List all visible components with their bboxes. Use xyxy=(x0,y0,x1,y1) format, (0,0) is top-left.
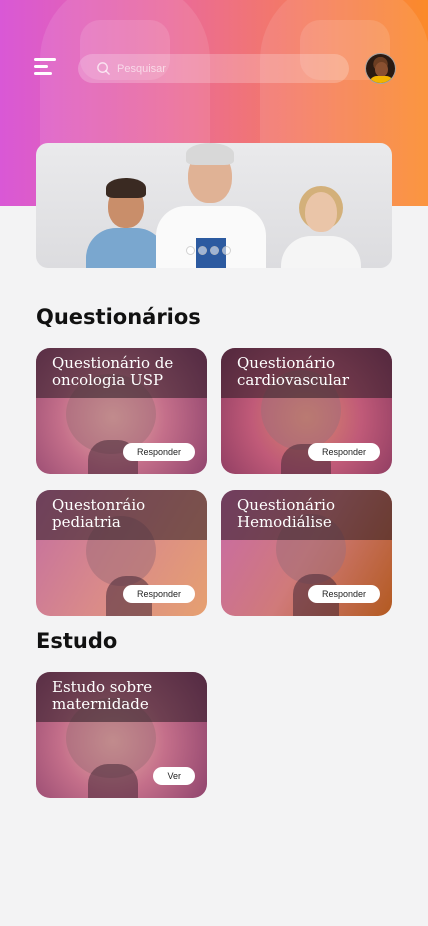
doctor-photo xyxy=(86,178,166,268)
card-title: Questionário de oncologia USP xyxy=(52,354,174,389)
menu-icon[interactable] xyxy=(34,58,56,78)
card-title: Estudo sobre maternidade xyxy=(52,678,153,713)
avatar[interactable] xyxy=(365,53,396,84)
card-title: Questionário cardiovascular xyxy=(237,354,350,389)
doctor-photo xyxy=(281,186,361,268)
questionnaire-card[interactable]: Questionário cardiovascular Responder xyxy=(221,348,392,474)
questionnaire-card[interactable]: Questionário de oncologia USP Responder xyxy=(36,348,207,474)
carousel-dot[interactable] xyxy=(210,246,219,255)
search-icon xyxy=(97,62,110,75)
respond-button[interactable]: Responder xyxy=(307,585,380,603)
section-title-questionarios: Questionários xyxy=(36,305,201,329)
respond-button[interactable]: Responder xyxy=(307,443,380,461)
respond-button[interactable]: Responder xyxy=(122,585,195,603)
search-input[interactable] xyxy=(117,62,317,75)
study-card[interactable]: Estudo sobre maternidade Ver xyxy=(36,672,207,798)
carousel-dots xyxy=(186,246,231,255)
questionnaire-card[interactable]: Questonráio pediatria Responder xyxy=(36,490,207,616)
search-bar[interactable] xyxy=(78,54,349,83)
carousel-dot[interactable] xyxy=(198,246,207,255)
carousel-dot[interactable] xyxy=(222,246,231,255)
card-title: Questionário Hemodiálise xyxy=(237,496,335,531)
carousel-banner[interactable] xyxy=(36,143,392,268)
section-title-estudo: Estudo xyxy=(36,629,118,653)
card-title: Questonráio pediatria xyxy=(52,496,146,531)
questionnaire-card[interactable]: Questionário Hemodiálise Responder xyxy=(221,490,392,616)
carousel-dot[interactable] xyxy=(186,246,195,255)
view-button[interactable]: Ver xyxy=(153,767,195,785)
respond-button[interactable]: Responder xyxy=(122,443,195,461)
